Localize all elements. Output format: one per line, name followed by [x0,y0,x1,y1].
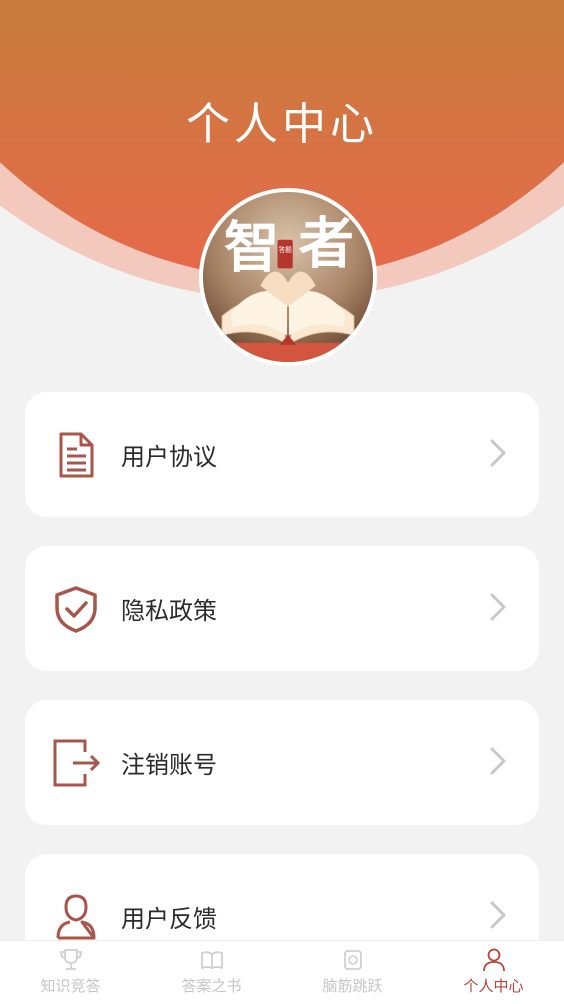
tab-book-of-answers[interactable]: 答案之书 [141,941,282,1004]
tab-label: 个人中心 [463,977,524,995]
person-icon [482,948,505,972]
avatar[interactable]: 智 者 答题 [199,188,377,366]
settings-menu: 用户协议 隐私政策 注销账号 用户反馈 [25,392,539,1004]
tab-label: 答案之书 [181,977,242,995]
shield-check-icon [51,584,101,634]
screen: 个人中心 智 者 答题 用户协议 隐私政策 注销账号 用户反馈 知识竞答 答案之… [0,0,564,1004]
book-icon [200,951,223,969]
chevron-right-icon [487,591,509,627]
trophy-icon [59,949,82,970]
chevron-right-icon [487,437,509,473]
menu-item-label: 用户协议 [121,443,217,471]
puzzle-icon [343,950,362,970]
menu-item-user-agreement[interactable]: 用户协议 [25,392,539,517]
tab-label: 脑筋跳跃 [322,977,383,995]
chevron-right-icon [487,899,509,935]
page-title: 个人中心 [186,99,378,150]
menu-item-label: 注销账号 [121,751,217,779]
logout-icon [51,738,101,788]
avatar-image: 智 者 答题 [203,192,373,362]
menu-item-delete-account[interactable]: 注销账号 [25,700,539,825]
avatar-char-right: 者 [299,212,354,277]
tab-brain-teaser[interactable]: 脑筋跳跃 [282,941,423,1004]
document-icon [51,430,101,480]
tab-personal-center[interactable]: 个人中心 [423,941,564,1004]
avatar-char-left: 智 [224,215,279,280]
menu-item-privacy-policy[interactable]: 隐私政策 [25,546,539,671]
bottom-tab-bar: 知识竞答 答案之书 脑筋跳跃 个人中心 [0,940,564,1004]
tab-label: 知识竞答 [40,977,101,995]
menu-item-label: 隐私政策 [121,597,217,625]
seal-text: 答题 [278,245,292,254]
menu-item-label: 用户反馈 [121,905,217,933]
tab-knowledge-quiz[interactable]: 知识竞答 [0,941,141,1004]
user-icon [51,892,101,942]
chevron-right-icon [487,745,509,781]
